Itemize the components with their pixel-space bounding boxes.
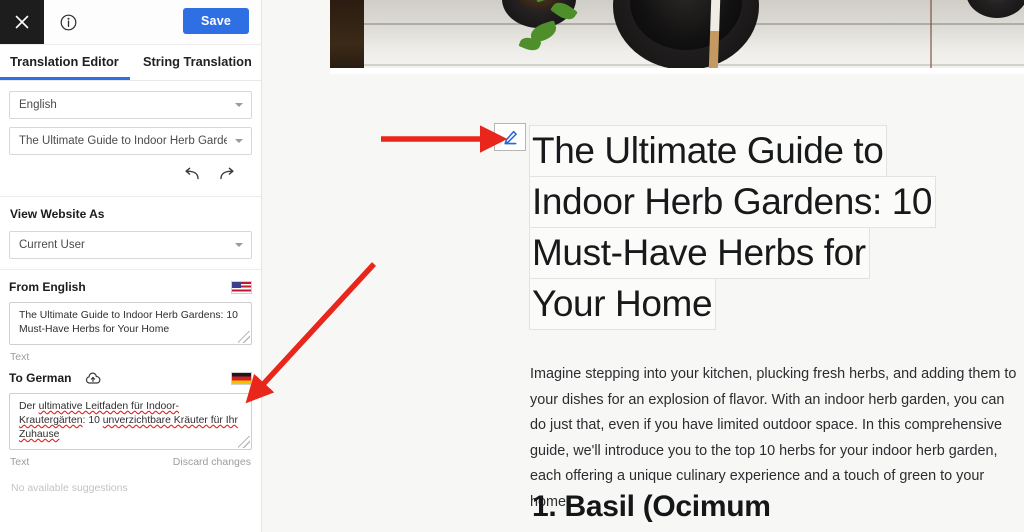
source-meta-row: Text: [9, 345, 252, 363]
page-title-line: Indoor Herb Gardens: 10: [529, 176, 937, 228]
source-pane-header: From English: [9, 278, 252, 296]
page-preview-canvas: The Ultimate Guide to Indoor Herb Garden…: [262, 0, 1024, 532]
sidebar-topbar: Save: [0, 0, 261, 45]
target-field-type-label: Text: [10, 456, 30, 468]
post-select[interactable]: The Ultimate Guide to Indoor Herb Garden…: [9, 127, 252, 155]
save-button[interactable]: Save: [183, 8, 249, 34]
english-source-textarea[interactable]: The Ultimate Guide to Indoor Herb Garden…: [9, 302, 252, 345]
english-source-text: The Ultimate Guide to Indoor Herb Garden…: [19, 310, 238, 335]
page-title-line: The Ultimate Guide to: [529, 125, 888, 177]
language-select-value: English: [19, 99, 57, 111]
view-website-as-title: View Website As: [10, 207, 105, 221]
view-website-as-value: Current User: [19, 239, 85, 251]
active-tab-indicator: [0, 77, 130, 80]
undo-arrow-icon[interactable]: [180, 164, 202, 184]
redo-arrow-icon[interactable]: [216, 164, 238, 184]
from-english-label: From English: [9, 280, 86, 294]
source-field-type-label: Text: [10, 351, 30, 363]
discard-changes-button[interactable]: Discard changes: [173, 456, 251, 468]
tab-translation-editor[interactable]: Translation Editor: [10, 45, 119, 79]
history-controls: [9, 163, 252, 190]
view-website-as-select[interactable]: Current User: [9, 231, 252, 259]
selector-group: English The Ultimate Guide to Indoor Her…: [0, 81, 261, 197]
source-language-pane: From English The Ultimate Guide to Indoo…: [0, 270, 261, 363]
german-text-plain-1: Der: [19, 401, 39, 412]
page-title-line: Your Home: [529, 278, 717, 330]
target-language-pane: To German Der ultimative Leitfaden für I…: [0, 363, 261, 494]
sidebar-tabs: Translation Editor String Translation: [0, 45, 261, 81]
chevron-down-icon: [235, 139, 243, 143]
flag-germany-icon: [231, 371, 252, 385]
language-select[interactable]: English: [9, 91, 252, 119]
to-german-label: To German: [9, 371, 72, 385]
no-suggestions-message: No available suggestions: [11, 482, 128, 494]
tab-string-translation[interactable]: String Translation: [143, 45, 252, 79]
flag-united-states-icon: [231, 280, 252, 294]
target-meta-row: Text Discard changes: [9, 450, 252, 468]
pencil-edit-icon: [503, 130, 517, 144]
pencil-edit-button[interactable]: [494, 123, 526, 151]
page-section-heading: 1. Basil (Ocimum: [532, 490, 771, 523]
german-translation-textarea[interactable]: Der ultimative Leitfaden für Indoor-Krau…: [9, 393, 252, 450]
chevron-down-icon: [235, 243, 243, 247]
view-website-as-section: View Website As Current User: [0, 197, 261, 270]
cloud-upload-icon[interactable]: [85, 372, 101, 385]
chevron-down-icon: [235, 103, 243, 107]
target-pane-header: To German: [9, 369, 252, 387]
german-text-plain-2: : 10: [82, 415, 103, 426]
info-circle-icon[interactable]: [56, 10, 80, 34]
page-title[interactable]: The Ultimate Guide to Indoor Herb Garden…: [529, 125, 1000, 330]
post-select-value: The Ultimate Guide to Indoor Herb Garden…: [19, 135, 227, 147]
resize-grip-icon[interactable]: [238, 436, 250, 448]
translation-editor-sidebar: Save Translation Editor String Translati…: [0, 0, 262, 532]
close-icon[interactable]: [0, 0, 44, 44]
resize-grip-icon[interactable]: [238, 331, 250, 343]
hero-image: [330, 0, 1024, 74]
page-title-line: Must-Have Herbs for: [529, 227, 870, 279]
